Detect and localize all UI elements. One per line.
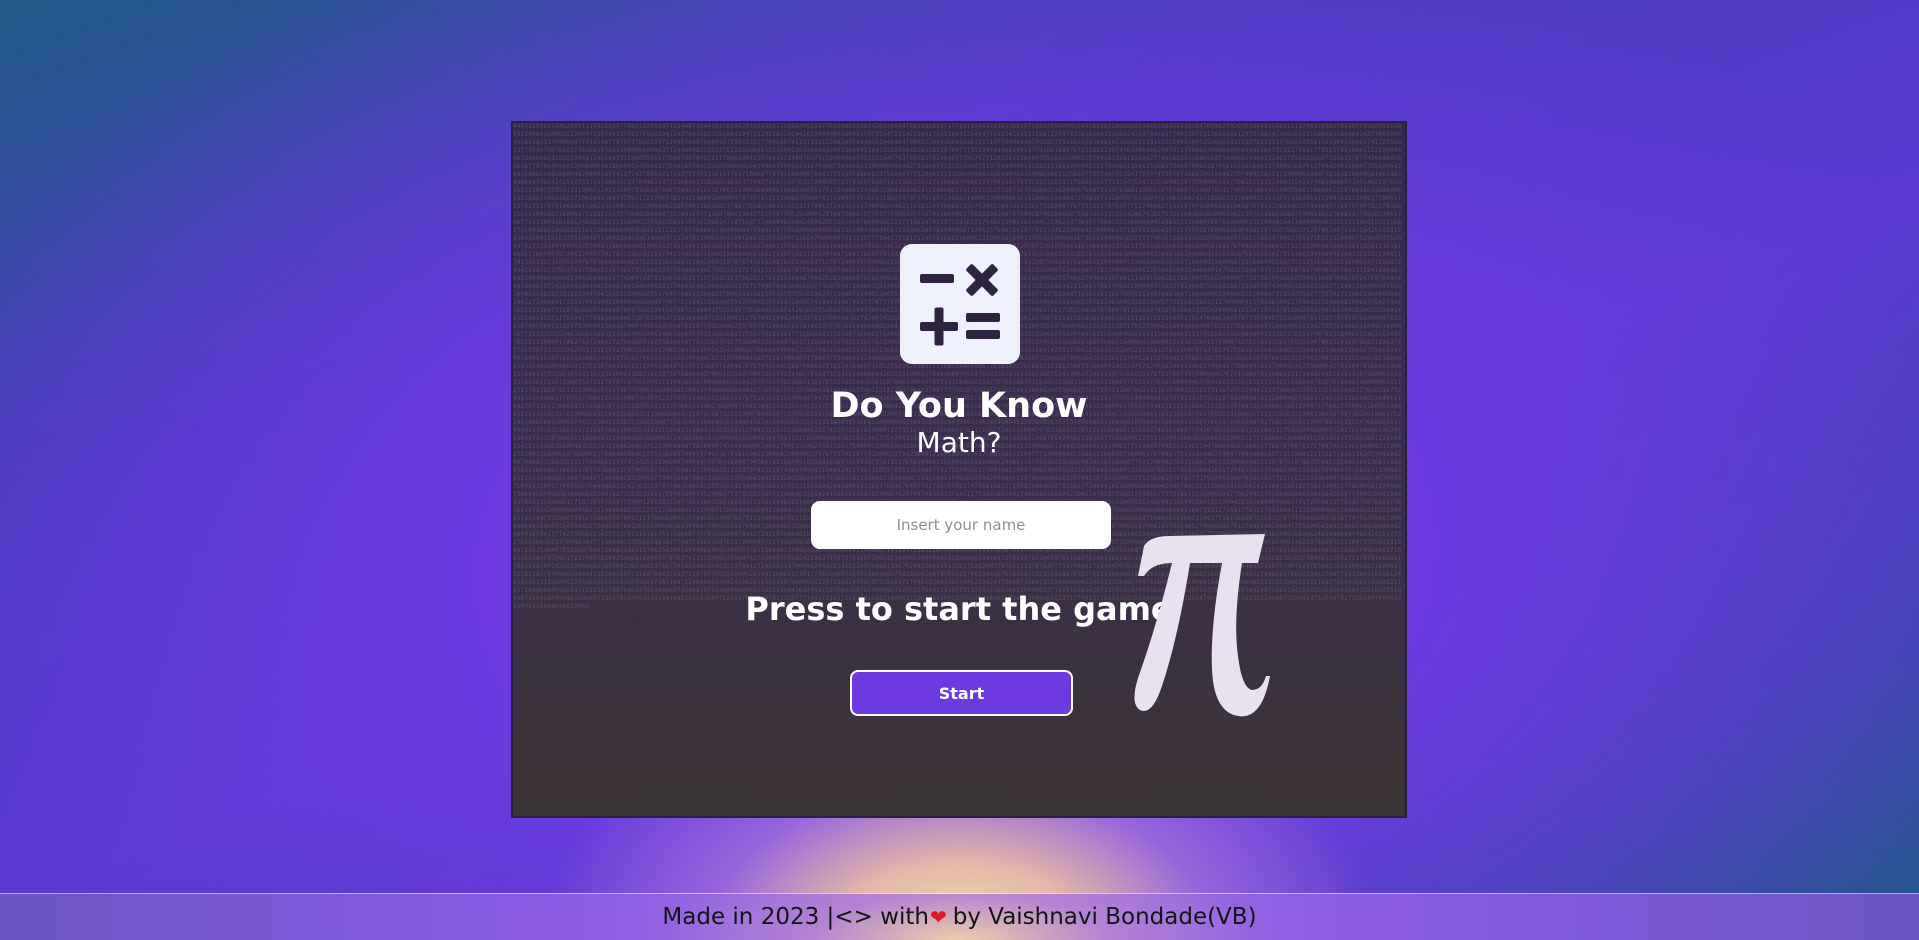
heart-icon: ❤ (929, 905, 947, 929)
footer-text-made-in: Made in 2023 |<> with (662, 904, 929, 930)
calculator-icon (900, 244, 1020, 364)
footer: Made in 2023 |<> with ❤ by Vaishnavi Bonda… (0, 893, 1919, 940)
game-title: Do You Know (830, 386, 1088, 426)
game-subtitle: Math? (916, 426, 1002, 459)
footer-text-author: by Vaishnavi Bondade(VB) (952, 904, 1257, 930)
game-card: 0497320362724629051119425565776832129010… (511, 121, 1407, 818)
start-button[interactable]: Start (850, 670, 1073, 716)
pi-symbol-icon (1130, 528, 1280, 728)
name-input[interactable] (811, 501, 1111, 549)
